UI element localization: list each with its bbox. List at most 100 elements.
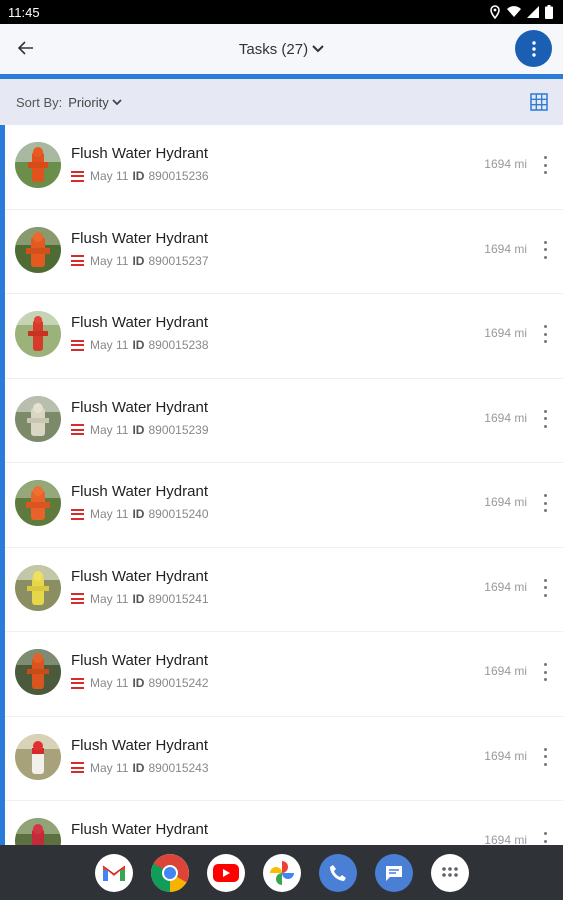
task-title: Flush Water Hydrant — [71, 483, 208, 500]
phone-icon[interactable] — [318, 853, 357, 892]
row-more-button[interactable] — [539, 407, 551, 431]
priority-high-icon — [71, 339, 84, 351]
hydrant-photo — [15, 142, 61, 188]
task-date: May 11 — [90, 591, 129, 606]
signal-icon — [527, 6, 539, 18]
task-id: 890015240 — [148, 507, 209, 521]
youtube-icon[interactable] — [206, 853, 245, 892]
task-id-label: ID — [132, 422, 145, 437]
priority-high-icon — [71, 424, 84, 435]
app-bar: Tasks (27) — [0, 24, 563, 74]
photos-icon[interactable] — [262, 853, 301, 892]
task-id: 890015237 — [148, 253, 209, 268]
hydrant-photo — [15, 564, 61, 611]
row-more-button[interactable] — [539, 660, 551, 684]
row-more-button[interactable] — [539, 238, 551, 262]
app-drawer-icon[interactable] — [430, 853, 469, 892]
row-more-button[interactable] — [539, 829, 551, 845]
task-id-label: ID — [132, 253, 145, 268]
task-meta: May 11 ID 890015239 — [71, 423, 209, 437]
sort-label: Sort By: — [16, 94, 63, 110]
task-id: 890015236 — [148, 169, 209, 183]
task-id-label: ID — [132, 507, 145, 521]
task-id-label: ID — [132, 676, 145, 690]
task-id-label: ID — [132, 169, 145, 183]
row-more-button[interactable] — [539, 153, 551, 177]
task-distance: 1694 mi — [484, 664, 527, 678]
task-title: Flush Water Hydrant — [71, 821, 208, 838]
priority-high-icon — [71, 593, 84, 604]
list-item[interactable]: Flush Water Hydrant 1694 mi — [5, 801, 563, 845]
back-button[interactable] — [14, 36, 38, 60]
task-date: May 11 — [90, 169, 129, 183]
row-more-button[interactable] — [539, 322, 551, 346]
grid-icon — [530, 93, 548, 111]
hydrant-photo — [15, 480, 61, 526]
task-date: May 11 — [90, 507, 129, 521]
sort-dropdown[interactable]: Priority — [68, 95, 122, 110]
list-item[interactable]: Flush Water Hydrant May 11 ID 890015236 … — [5, 125, 563, 210]
task-distance: 1694 mi — [484, 748, 527, 763]
task-date: May 11 — [90, 253, 129, 268]
task-list: Flush Water Hydrant May 11 ID 890015236 … — [0, 125, 563, 845]
task-date: May 11 — [90, 338, 129, 352]
priority-high-icon — [71, 677, 84, 689]
arrow-left-icon — [18, 41, 33, 55]
list-item[interactable]: Flush Water Hydrant May 11 ID 890015240 … — [5, 463, 563, 548]
tasks-dropdown[interactable]: Tasks (27) — [239, 41, 324, 58]
hydrant-photo — [15, 226, 61, 273]
task-meta: May 11 ID 890015236 — [71, 169, 209, 183]
list-item[interactable]: Flush Water Hydrant May 11 ID 890015241 … — [5, 548, 563, 632]
task-title: Flush Water Hydrant — [71, 398, 208, 416]
task-title: Flush Water Hydrant — [71, 736, 208, 754]
page-title: Tasks (27) — [238, 40, 309, 58]
row-more-button[interactable] — [539, 491, 551, 515]
messages-icon[interactable] — [374, 853, 413, 892]
task-meta: May 11 ID 890015238 — [71, 338, 209, 352]
task-id-label: ID — [132, 760, 145, 775]
list-item[interactable]: Flush Water Hydrant May 11 ID 890015242 … — [5, 632, 563, 717]
task-distance: 1694 mi — [484, 241, 527, 256]
hydrant-photo — [15, 395, 61, 442]
task-meta: May 11 ID 890015237 — [71, 254, 209, 268]
task-id: 890015241 — [148, 591, 209, 606]
more-options-button[interactable] — [515, 30, 552, 67]
list-item[interactable]: Flush Water Hydrant May 11 ID 890015243 … — [5, 717, 563, 801]
list-item[interactable]: Flush Water Hydrant May 11 ID 890015238 … — [5, 294, 563, 379]
location-icon — [489, 5, 501, 19]
task-distance: 1694 mi — [484, 579, 527, 594]
status-time: 11:45 — [8, 4, 40, 20]
wifi-icon — [507, 6, 521, 18]
list-item[interactable]: Flush Water Hydrant May 11 ID 890015237 … — [5, 210, 563, 294]
gmail-icon[interactable] — [94, 853, 133, 892]
task-meta: May 11 ID 890015243 — [71, 761, 209, 775]
sort-bar: Sort By: Priority — [0, 79, 563, 125]
chevron-down-icon — [112, 98, 122, 105]
chrome-icon[interactable] — [150, 853, 189, 892]
task-meta: May 11 ID 890015241 — [71, 592, 209, 606]
task-meta: May 11 ID 890015242 — [71, 676, 209, 690]
task-title: Flush Water Hydrant — [71, 567, 208, 585]
grid-view-button[interactable] — [530, 93, 548, 111]
battery-icon — [545, 5, 553, 19]
task-distance: 1694 mi — [484, 833, 527, 845]
priority-high-icon — [71, 762, 84, 773]
row-more-button[interactable] — [539, 576, 551, 600]
task-title: Flush Water Hydrant — [71, 229, 208, 247]
list-item[interactable]: Flush Water Hydrant May 11 ID 890015239 … — [5, 379, 563, 463]
task-distance: 1694 mi — [484, 410, 527, 425]
priority-high-icon — [71, 255, 84, 266]
task-title: Flush Water Hydrant — [71, 652, 208, 669]
app-dock — [0, 845, 563, 900]
hydrant-photo — [15, 311, 61, 357]
chevron-down-icon — [312, 45, 324, 53]
row-more-button[interactable] — [539, 745, 551, 769]
status-bar: 11:45 — [0, 0, 563, 24]
task-date: May 11 — [90, 760, 129, 775]
priority-high-icon — [71, 508, 84, 520]
task-title: Flush Water Hydrant — [71, 314, 208, 331]
hydrant-photo — [15, 733, 61, 780]
task-id: 890015238 — [148, 338, 209, 352]
hydrant-photo — [15, 649, 61, 695]
more-vert-icon — [531, 40, 536, 57]
